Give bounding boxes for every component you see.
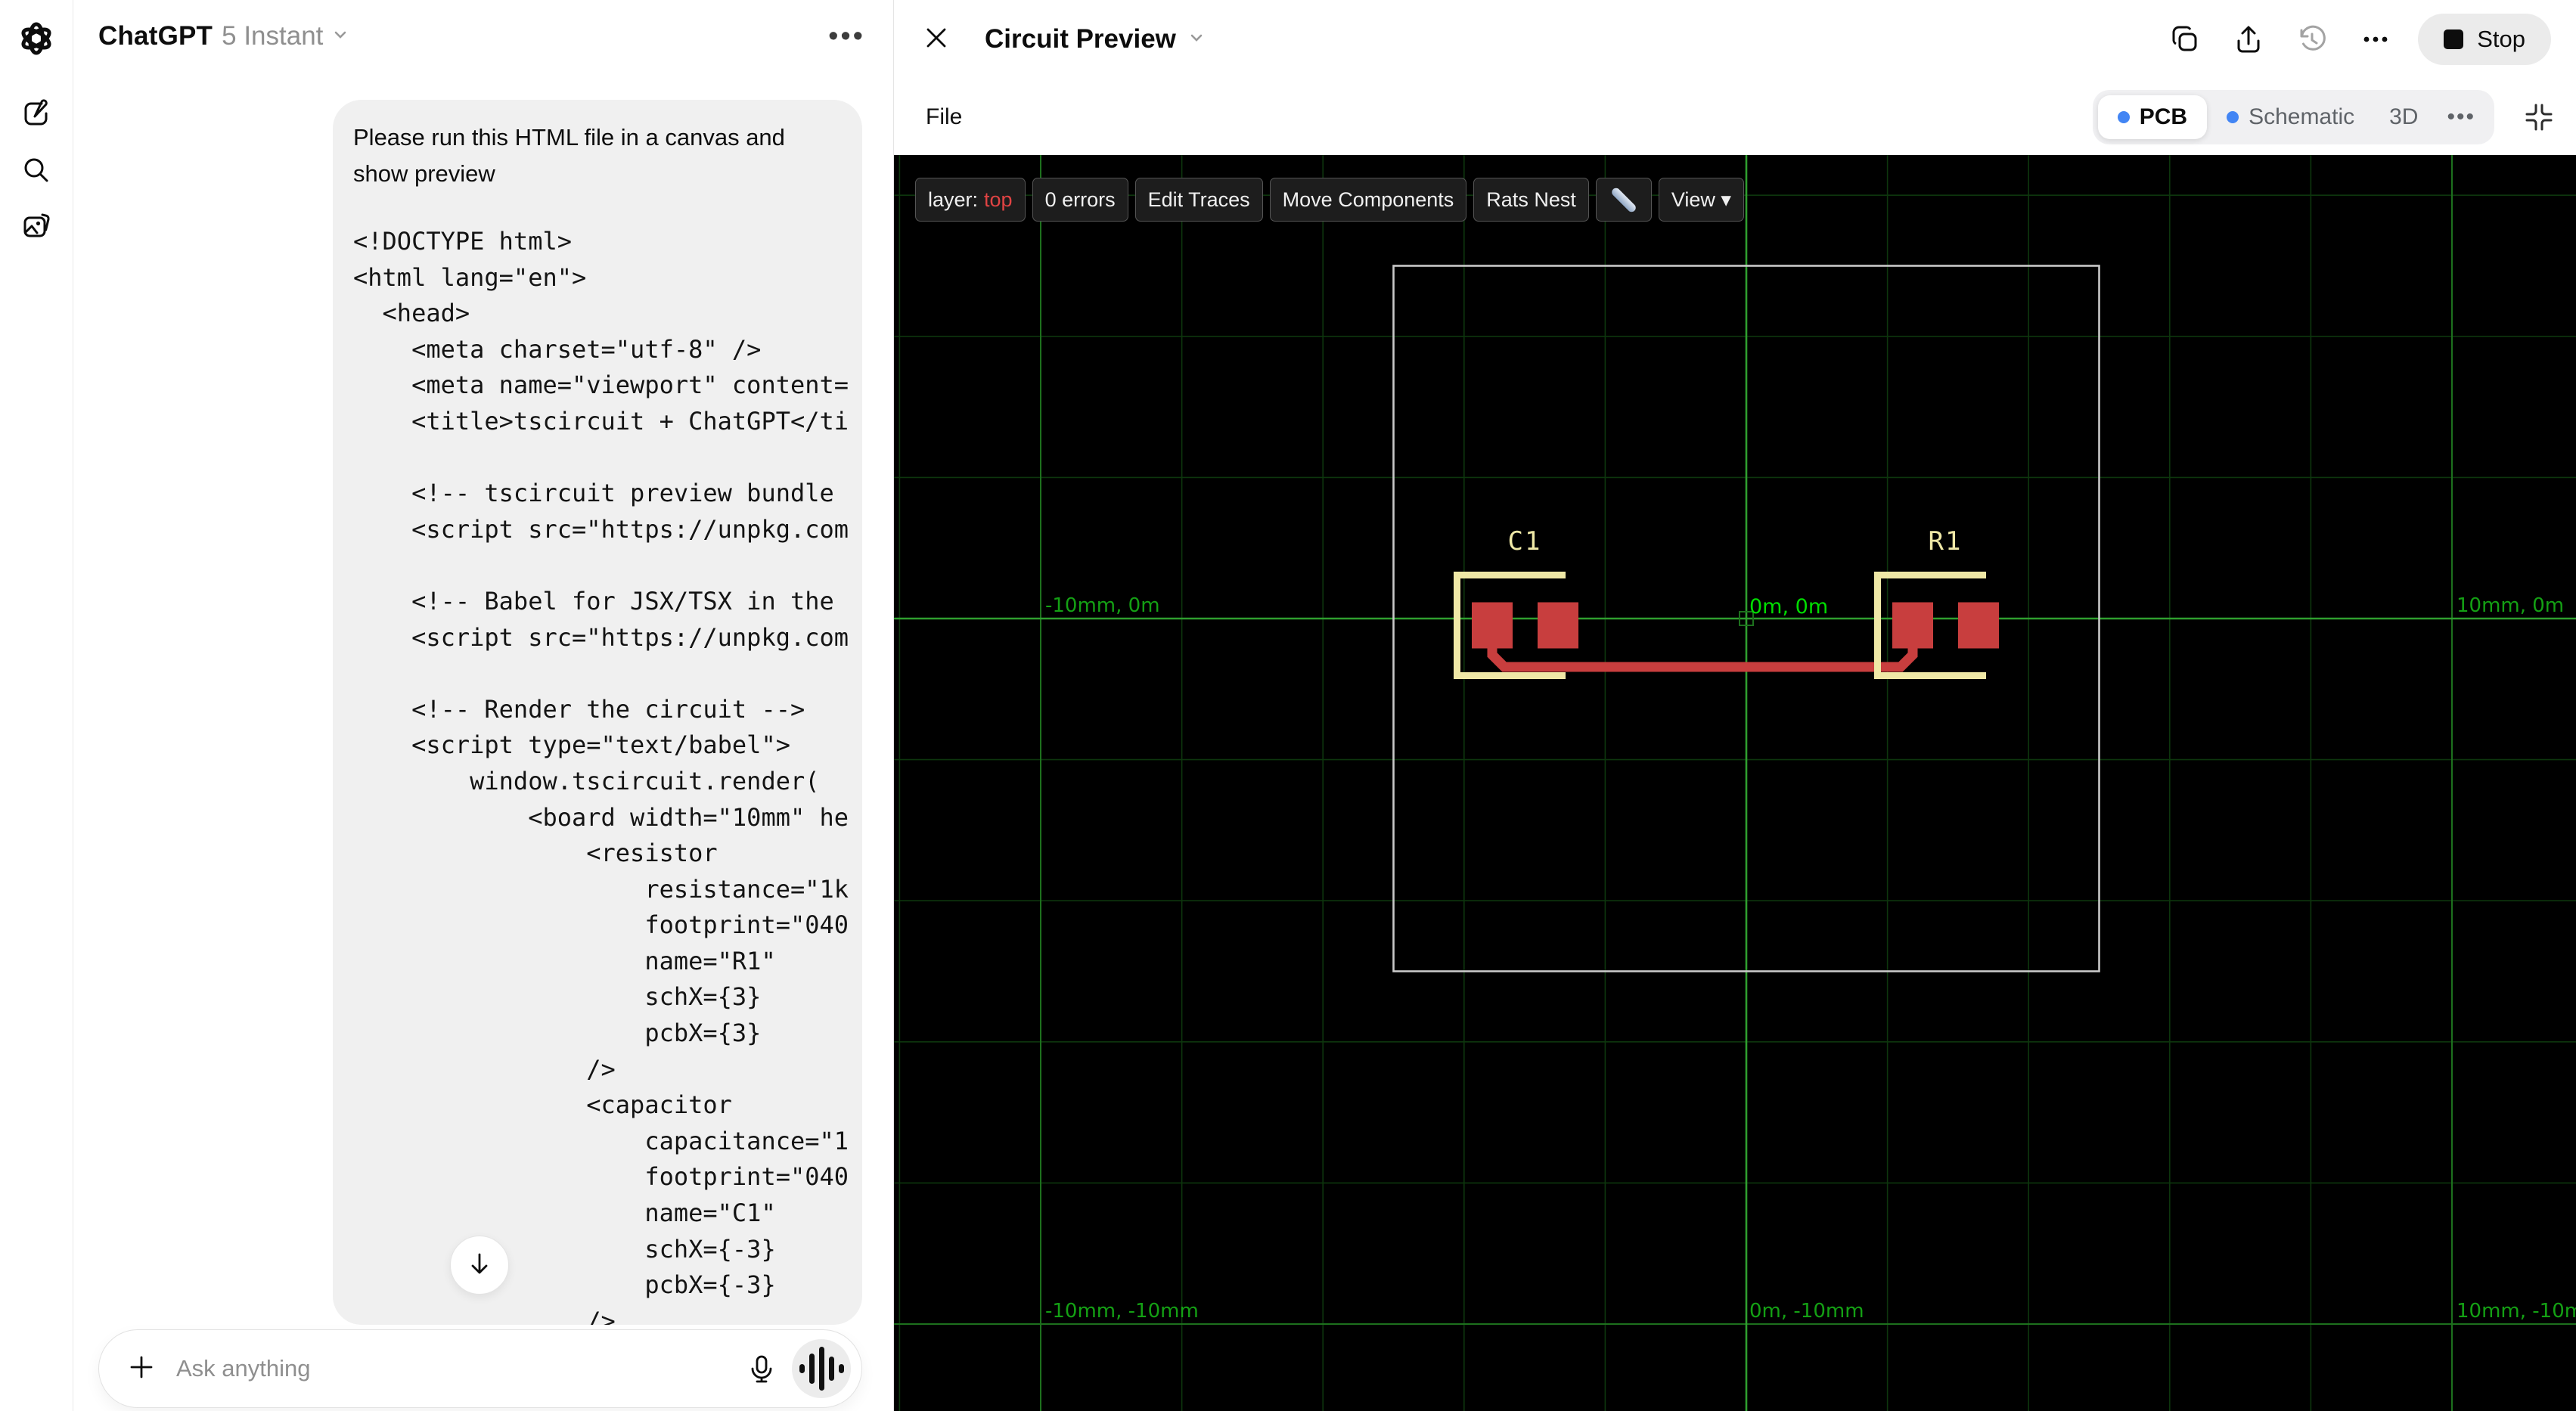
pencil-icon xyxy=(1609,185,1637,214)
layer-value: top xyxy=(984,188,1013,211)
chevron-down-icon[interactable] xyxy=(331,25,350,48)
model-selector-label[interactable]: 5 Instant xyxy=(222,21,323,51)
close-icon[interactable] xyxy=(921,23,951,57)
library-button[interactable] xyxy=(18,209,54,245)
waveform-icon xyxy=(799,1364,805,1373)
file-menu[interactable]: File xyxy=(926,104,962,130)
errors-button[interactable]: 0 errors xyxy=(1032,178,1128,222)
app-root: ChatGPT 5 Instant ••• Please run this HT… xyxy=(0,0,2576,1411)
user-message-bubble: Please run this HTML file in a canvas an… xyxy=(333,100,862,1325)
chat-input[interactable]: Ask anything xyxy=(176,1355,745,1382)
move-components-button[interactable]: Move Components xyxy=(1269,178,1467,222)
dictate-button[interactable] xyxy=(745,1352,778,1385)
canvas-menubar: File PCB Schematic 3D ••• xyxy=(894,79,2576,155)
arrow-down-icon xyxy=(466,1250,493,1281)
plus-icon[interactable] xyxy=(126,1352,157,1386)
user-message-text: Please run this HTML file in a canvas an… xyxy=(353,124,785,187)
composer[interactable]: Ask anything xyxy=(98,1329,862,1408)
svg-text:0m, -10mm: 0m, -10mm xyxy=(1749,1300,1864,1323)
canvas-panel: Circuit Preview Stop File PCB Schematic … xyxy=(893,0,2576,1411)
svg-text:0m, 0m: 0m, 0m xyxy=(1749,595,1828,619)
tab-3d[interactable]: 3D xyxy=(2374,95,2433,139)
svg-text:10mm, 0m: 10mm, 0m xyxy=(2457,594,2564,617)
canvas-header-actions xyxy=(2168,23,2392,56)
compose-icon xyxy=(20,97,53,134)
scroll-to-bottom-button[interactable] xyxy=(450,1236,509,1295)
rats-nest-button[interactable]: Rats Nest xyxy=(1473,178,1589,222)
chat-app-title: ChatGPT xyxy=(98,21,213,51)
tabs-more-button[interactable]: ••• xyxy=(2433,104,2489,130)
layer-button[interactable]: layer: top xyxy=(915,178,1026,222)
chat-header: ChatGPT 5 Instant ••• xyxy=(74,0,892,73)
share-icon[interactable] xyxy=(2232,23,2265,56)
pcb-toolbar: layer: top 0 errors Edit Traces Move Com… xyxy=(915,178,1744,222)
edit-traces-button[interactable]: Edit Traces xyxy=(1134,178,1263,222)
new-chat-button[interactable] xyxy=(18,97,54,133)
pcb-viewport[interactable]: C1 R1 0m, 0m -10mm, 0m 10mm, 0m -10mm, -10mm 0… xyxy=(894,155,2576,1411)
copy-icon[interactable] xyxy=(2168,23,2202,56)
pcb-canvas-svg[interactable]: C1 R1 0m, 0m -10mm, 0m 10mm, 0m -10mm, -10mm 0… xyxy=(894,155,2576,1411)
view-dropdown-button[interactable]: View ▾ xyxy=(1658,178,1744,222)
blue-dot-icon xyxy=(2227,110,2239,123)
more-options-icon[interactable] xyxy=(2359,23,2392,56)
tab-pcb[interactable]: PCB xyxy=(2097,95,2208,139)
tab-schematic[interactable]: Schematic xyxy=(2207,95,2374,139)
stop-square-icon xyxy=(2444,29,2464,49)
search-chats-button[interactable] xyxy=(18,154,54,190)
view-tabs: PCB Schematic 3D ••• xyxy=(2092,89,2494,144)
image-library-icon xyxy=(20,209,53,246)
voice-mode-button[interactable] xyxy=(792,1339,851,1398)
svg-text:10mm, -10mm: 10mm, -10mm xyxy=(2457,1300,2576,1323)
blue-dot-icon xyxy=(2117,110,2130,123)
user-message-code: <!DOCTYPE html> <html lang="en"> <head> … xyxy=(353,227,849,1325)
svg-text:C1: C1 xyxy=(1508,526,1542,557)
canvas-header: Circuit Preview Stop xyxy=(894,0,2576,79)
left-rail xyxy=(0,0,73,1411)
history-icon[interactable] xyxy=(2295,23,2329,56)
svg-text:-10mm, 0m: -10mm, 0m xyxy=(1045,594,1160,617)
edit-tool-button[interactable] xyxy=(1595,178,1652,222)
svg-text:-10mm, -10mm: -10mm, -10mm xyxy=(1045,1300,1199,1323)
svg-text:R1: R1 xyxy=(1929,526,1963,557)
chevron-down-icon[interactable] xyxy=(1187,28,1206,51)
conversation-menu-button[interactable]: ••• xyxy=(828,20,865,53)
stop-label: Stop xyxy=(2477,26,2525,52)
search-icon xyxy=(20,154,53,191)
chat-panel: ChatGPT 5 Instant ••• Please run this HT… xyxy=(74,0,892,1411)
stop-button[interactable]: Stop xyxy=(2418,14,2551,65)
collapse-icon[interactable] xyxy=(2523,101,2555,133)
canvas-title[interactable]: Circuit Preview xyxy=(985,24,1176,54)
openai-logo-icon xyxy=(18,20,54,60)
